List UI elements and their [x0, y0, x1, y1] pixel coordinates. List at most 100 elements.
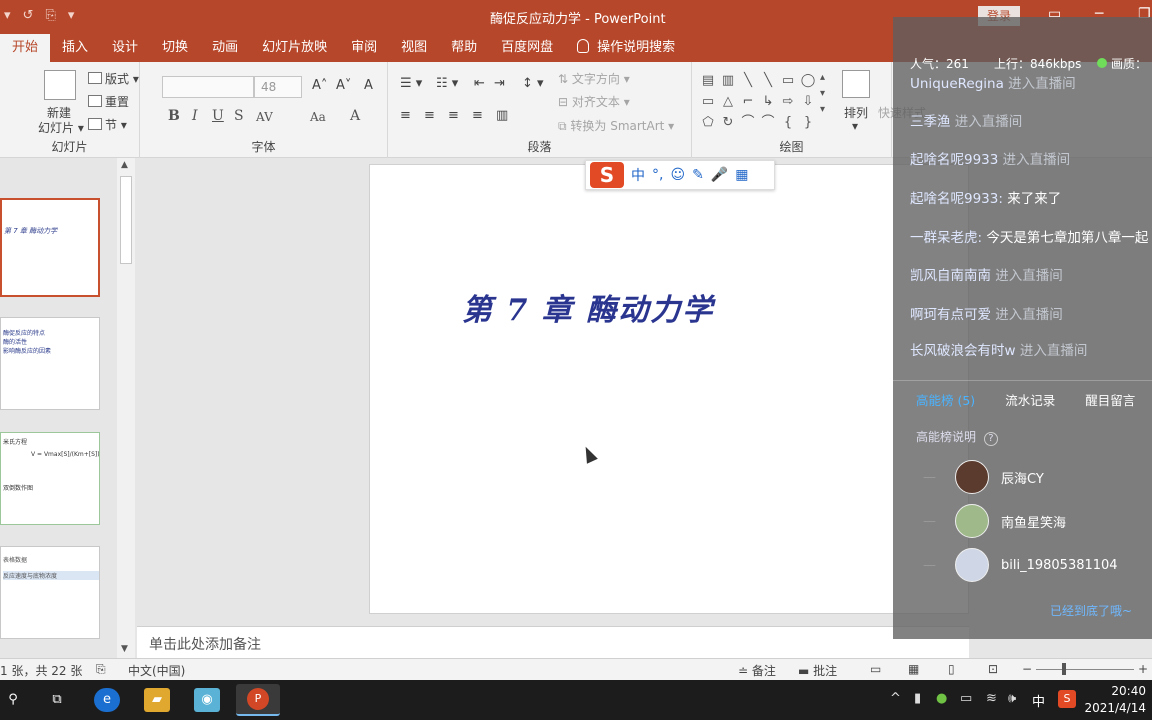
qat-dropdown-icon[interactable]: ▾ [4, 8, 11, 23]
font-color-button[interactable]: A [350, 108, 360, 124]
zoom-out-button[interactable]: − [1022, 662, 1032, 676]
rank-row[interactable]: — 辰海CY [923, 460, 1044, 494]
tab-transitions[interactable]: 切换 [150, 34, 200, 62]
right-brace-shape-icon[interactable]: } [798, 112, 818, 133]
tab-high-energy-rank[interactable]: 高能榜 (5) [916, 390, 975, 409]
normal-view-icon[interactable]: ▭ [870, 662, 881, 676]
tab-review[interactable]: 审阅 [339, 34, 389, 62]
slide-title[interactable]: 第 7 章 酶动力学 [462, 285, 714, 329]
ime-voice-icon[interactable]: 🎤 [711, 167, 728, 183]
justify-icon[interactable]: ≡ [472, 108, 483, 123]
slide-thumbnail-4[interactable]: 表格数据 反应速度与底物浓度 [0, 546, 100, 639]
file-explorer-icon[interactable]: ▰ [144, 688, 170, 712]
smartart-button[interactable]: ⧉ 转换为 SmartArt ▾ [558, 117, 674, 134]
align-right-icon[interactable]: ≡ [448, 108, 459, 123]
slideshow-view-icon[interactable]: ⊡ [988, 662, 998, 676]
columns-icon[interactable]: ▥ [496, 108, 508, 123]
slide-thumbnail-2[interactable]: 酶促反应的特点 酶的活性 影响酶反应的因素 [0, 317, 100, 410]
tab-view[interactable]: 视图 [389, 34, 439, 62]
clear-format-button[interactable]: A [364, 78, 373, 93]
shrink-font-button[interactable]: A˅ [336, 78, 351, 93]
arrange-icon[interactable] [842, 70, 870, 98]
slide-sorter-icon[interactable]: ▦ [908, 662, 919, 676]
current-slide[interactable]: 第 7 章 酶动力学 [369, 164, 969, 614]
scrollbar-thumb[interactable] [120, 176, 132, 264]
decrease-indent-icon[interactable]: ⇤ [474, 76, 485, 91]
slide-thumbnail-1[interactable]: 第 7 章 酶动力学 [0, 198, 100, 297]
ime-skin-icon[interactable]: ✎ [692, 167, 704, 183]
arrow-line-shape-icon[interactable]: ╲ [758, 70, 778, 91]
textbox-shape-icon[interactable]: ▤ [698, 70, 718, 91]
tell-me-search[interactable]: 操作说明搜索 [565, 34, 687, 62]
tray-overflow-icon[interactable]: ^ [890, 691, 901, 706]
grow-font-button[interactable]: A˄ [312, 78, 327, 93]
new-slide-icon[interactable] [44, 70, 76, 100]
shapes-scroll-icon[interactable]: ▴ ▾ ▾ [820, 70, 825, 118]
section-button[interactable]: 节 ▾ [88, 116, 127, 133]
volume-icon[interactable]: 🕪 [1008, 691, 1016, 706]
tab-slideshow[interactable]: 幻灯片放映 [250, 34, 339, 62]
slide-thumbnail-3[interactable]: 米氏方程 V = Vmax[S]/(Km+[S]) 双倒数作图 [0, 432, 100, 525]
ime-emoji-icon[interactable]: ☺ [670, 167, 685, 183]
layout-button[interactable]: 版式 ▾ [88, 70, 139, 87]
search-icon[interactable]: ⚲ [0, 688, 26, 712]
tab-flow-record[interactable]: 流水记录 [1005, 390, 1055, 409]
zoom-slider-thumb[interactable] [1062, 663, 1066, 675]
underline-button[interactable]: U [212, 108, 224, 124]
align-center-icon[interactable]: ≡ [424, 108, 435, 123]
bold-button[interactable]: B [168, 108, 180, 124]
thumbnails-scrollbar[interactable]: ▲ ▼ [117, 158, 135, 658]
arc-shape-icon[interactable]: ⌒ [738, 112, 758, 133]
bullets-icon[interactable]: ☰ ▾ [400, 76, 422, 91]
notes-button[interactable]: ≐ 备注 [738, 662, 776, 679]
redo-icon[interactable]: ↺ [23, 8, 34, 23]
tab-baidu-netdisk[interactable]: 百度网盘 [489, 34, 565, 62]
comments-button[interactable]: ▬ 批注 [798, 662, 837, 679]
accessibility-icon[interactable]: ⎘ [96, 662, 106, 677]
triangle-shape-icon[interactable]: △ [718, 91, 738, 112]
tab-help[interactable]: 帮助 [439, 34, 489, 62]
down-arrow-shape-icon[interactable]: ⇩ [798, 91, 818, 112]
increase-indent-icon[interactable]: ⇥ [494, 76, 505, 91]
tab-super-chat[interactable]: 醒目留言 [1085, 390, 1135, 409]
tab-home[interactable]: 开始 [0, 34, 51, 62]
clock[interactable]: 20:40 2021/4/14 [1084, 683, 1146, 717]
elbow-connector-shape-icon[interactable]: ⌐ [738, 91, 758, 112]
char-spacing-button[interactable]: AV [256, 110, 273, 124]
rank-row[interactable]: — bili_19805381104 [923, 548, 1118, 582]
curve-shape-icon[interactable]: ⌒ [758, 112, 778, 133]
reset-button[interactable]: 重置 [88, 93, 129, 110]
sogou-tray-icon[interactable]: S [1058, 690, 1076, 708]
oval-shape-icon[interactable]: ◯ [798, 70, 818, 91]
freeform-shape-icon[interactable]: ↻ [718, 112, 738, 133]
pen-icon[interactable]: ▮ [914, 691, 921, 706]
zoom-slider[interactable] [1036, 669, 1134, 670]
rank-explanation[interactable]: 高能榜说明 ? [916, 428, 998, 446]
present-icon[interactable]: ⎘ [45, 8, 55, 23]
font-size-combo[interactable]: 48 [254, 76, 302, 98]
right-arrow-shape-icon[interactable]: ⇨ [778, 91, 798, 112]
edge-icon[interactable]: e [94, 688, 120, 712]
change-case-button[interactable]: Aa [310, 110, 326, 124]
powerpoint-taskbar-button[interactable]: P [236, 684, 280, 716]
help-icon[interactable]: ? [983, 432, 998, 446]
zoom-in-button[interactable]: + [1138, 662, 1148, 676]
rank-row[interactable]: — 南鱼星笑海 [923, 504, 1066, 538]
customize-qat-icon[interactable]: ▾ [68, 8, 75, 23]
battery-icon[interactable]: ▭ [960, 691, 972, 706]
text-direction-button[interactable]: ⇅ 文字方向 ▾ [558, 70, 630, 87]
pentagon-shape-icon[interactable]: ⬠ [698, 112, 718, 133]
ime-punctuation-icon[interactable]: °, [652, 167, 663, 183]
scroll-up-icon[interactable]: ▲ [121, 160, 128, 170]
align-left-icon[interactable]: ≡ [400, 108, 411, 123]
wechat-icon[interactable]: ● [936, 691, 947, 706]
align-text-button[interactable]: ⊟ 对齐文本 ▾ [558, 93, 630, 110]
arrange-dropdown-icon[interactable]: ▾ [852, 119, 858, 133]
shadow-button[interactable]: S [234, 108, 244, 124]
ime-toolbox-icon[interactable]: ▦ [735, 167, 748, 183]
vertical-textbox-shape-icon[interactable]: ▥ [718, 70, 738, 91]
scroll-down-icon[interactable]: ▼ [121, 644, 128, 654]
task-view-icon[interactable]: ⧉ [44, 688, 70, 712]
elbow-arrow-shape-icon[interactable]: ↳ [758, 91, 778, 112]
font-name-combo[interactable] [162, 76, 254, 98]
